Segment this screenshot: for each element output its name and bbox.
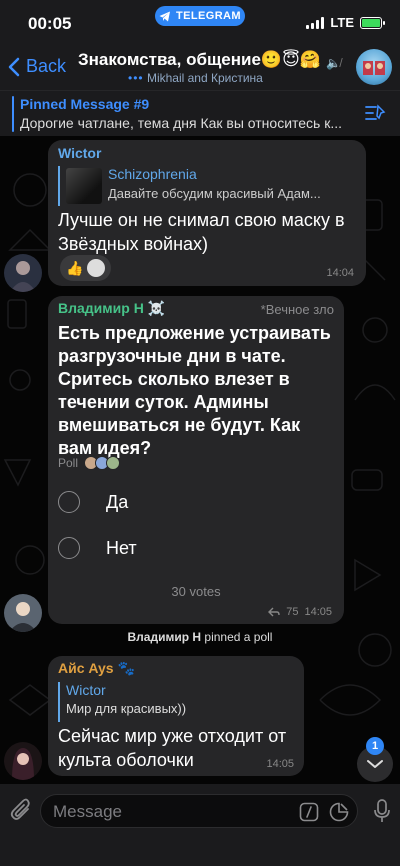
poll-option[interactable]: Нет [58,530,334,566]
pinned-list-icon[interactable] [364,103,386,128]
status-bar: 00:05 TELEGRAM LTE [0,0,400,46]
group-avatar-image [363,61,385,75]
message-input[interactable] [53,801,283,823]
message-sender[interactable]: Айс Ays 🐾 [58,660,135,677]
attach-button[interactable] [10,798,32,827]
voice-message-button[interactable] [374,799,390,828]
reply-count: 75 [286,606,299,618]
chevron-down-icon [367,760,383,768]
clock: 00:05 [28,14,72,33]
admin-title: *Вечное зло [260,302,334,317]
service-message: Владимир Н pinned a poll [0,630,400,644]
pinned-title: Pinned Message #9 [20,96,150,112]
message-footer: 75 14:05 [268,606,332,618]
reply-indicator [58,166,60,206]
avatar[interactable] [4,254,42,292]
message-sender[interactable]: Wictor [58,145,101,161]
reply-thumbnail [66,168,102,204]
back-label: Back [26,56,67,76]
microphone-icon [374,799,390,822]
reply-preview[interactable]: Schizophrenia Давайте обсудим красивый А… [58,166,356,206]
bot-commands-button[interactable] [299,802,319,827]
reply-text: Давайте обсудим красивый Адам... [108,186,321,201]
reply-text: Мир для красивых)) [66,701,187,716]
avatar[interactable] [4,594,42,632]
message-bubble[interactable]: Wictor Schizophrenia Давайте обсудим кра… [48,140,366,286]
reply-preview[interactable]: Wictor Мир для красивых)) [58,682,294,722]
poll-type-label: Poll [58,456,121,470]
message-input-field[interactable] [40,794,358,828]
composer-bar [0,784,400,866]
battery-icon [360,16,385,29]
telegram-pill[interactable]: TELEGRAM [155,6,245,26]
signal-icon [306,16,325,29]
slash-command-icon [299,802,319,822]
poll-label-text: Poll [58,456,79,470]
chat-header: Back Знакомства, общение🙂😇🤗 ••• Mikhail … [0,46,400,90]
telegram-icon [159,11,171,21]
poll-question: Есть предложение устраивать разгрузочные… [58,323,331,458]
pinned-message-bar[interactable]: Pinned Message #9 Дорогие чатлане, тема … [0,90,400,136]
message-time: 14:04 [326,267,354,279]
reaction-chip[interactable]: 👍 [60,255,112,281]
message-bubble[interactable]: Айс Ays 🐾 Wictor Мир для красивых)) Сейч… [48,656,304,776]
poll-option[interactable]: Да [58,484,334,520]
sticker-icon [329,802,349,822]
telegram-pill-label: TELEGRAM [176,10,241,22]
avatar[interactable] [4,742,42,780]
unread-badge: 1 [366,737,384,755]
typing-status: ••• Mikhail and Кристина [128,71,263,85]
message-sender[interactable]: Владимир Н ☠️ [58,300,165,317]
reaction-avatar [87,259,106,277]
reply-indicator [58,682,60,722]
pinned-indicator [12,96,14,132]
network-label: LTE [330,15,354,30]
chat-title[interactable]: Знакомства, общение🙂😇🤗 [78,50,358,70]
poll-votes-count[interactable]: 30 votes [48,584,344,599]
muted-icon: 🔈̸ [326,56,341,70]
sticker-button[interactable] [329,802,349,827]
typing-dots-icon: ••• [128,71,144,85]
group-avatar[interactable] [356,49,392,85]
poll-voter-avatars [82,456,121,470]
thumbs-up-reaction: 👍 [66,259,84,276]
poll-option-label: Да [106,491,129,512]
message-time: 14:05 [304,606,332,618]
reply-arrow-icon [268,607,280,617]
pinned-text: Дорогие чатлане, тема дня Как вы относит… [20,115,343,131]
message-text: Сейчас мир уже отходит от культа оболочк… [58,726,287,770]
reply-author: Wictor [66,682,106,698]
radio-button[interactable] [58,491,80,513]
service-actor[interactable]: Владимир Н [128,630,202,644]
poll-option-label: Нет [106,537,137,558]
typing-names: Mikhail and Кристина [146,71,263,85]
reply-author: Schizophrenia [108,166,197,182]
status-indicators: LTE [306,15,385,30]
service-action: pinned a poll [204,630,273,644]
back-button[interactable]: Back [8,56,66,77]
poll-message-bubble[interactable]: Владимир Н ☠️ *Вечное зло Есть предложен… [48,296,344,624]
chevron-left-icon [8,57,20,76]
radio-button[interactable] [58,537,80,559]
message-time: 14:05 [266,758,294,770]
paperclip-icon [10,798,30,820]
message-text: Лучше он не снимал свою маску в Звёздных… [58,210,345,254]
